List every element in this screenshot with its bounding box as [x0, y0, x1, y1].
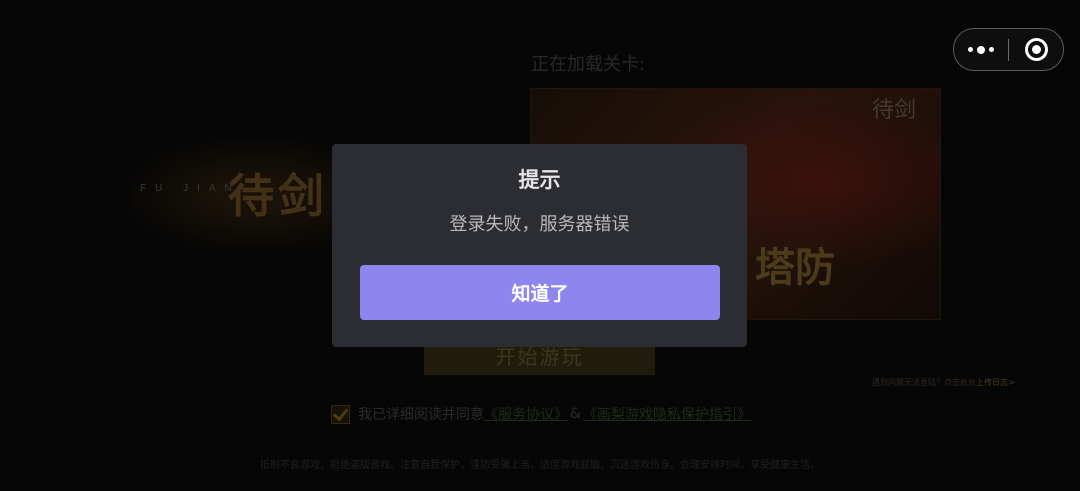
dot-right — [989, 47, 994, 52]
dialog-title: 提示 — [518, 168, 561, 192]
dialog-message: 登录失败，服务器错误 — [449, 214, 630, 235]
alert-dialog: 提示 登录失败，服务器错误 知道了 — [332, 144, 747, 347]
dot-center — [977, 45, 985, 54]
more-dots-icon[interactable] — [954, 29, 1008, 70]
mini-program-capsule — [953, 28, 1064, 71]
dot-left — [968, 47, 973, 52]
close-ring — [1024, 38, 1048, 61]
target-close-icon[interactable] — [1009, 29, 1063, 70]
dialog-confirm-button[interactable]: 知道了 — [360, 265, 720, 320]
close-ring-core — [1031, 45, 1041, 54]
